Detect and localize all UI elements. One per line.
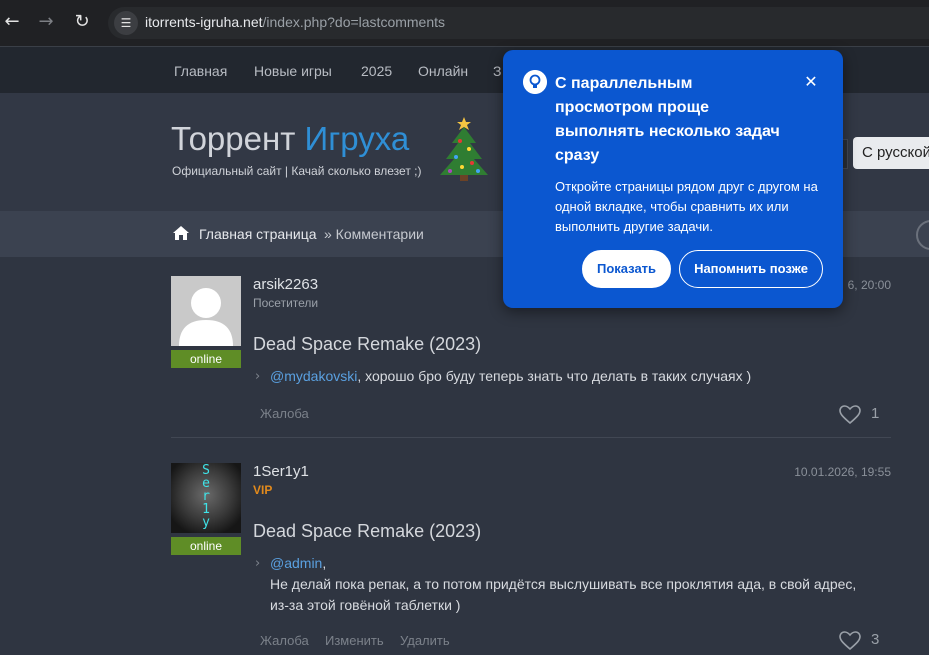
language-select[interactable]: С русской [853,137,929,169]
url-host: itorrents-igruha.net [145,14,263,30]
delete-link[interactable]: Удалить [400,633,450,648]
nav-item-online[interactable]: Онлайн [418,63,468,79]
popup-title: С параллельным просмотром проще выполнят… [555,75,780,164]
christmas-tree-icon [440,117,488,181]
comment-body: Не делай пока репак, а то потом придётся… [270,576,857,613]
comment-mention[interactable]: @admin [270,555,322,571]
url-text[interactable]: itorrents-igruha.net/index.php?do=lastco… [145,14,445,30]
online-status-badge: online [171,350,241,368]
comment-item: S e r 1 y online 1Ser1y1 VIP 10.01.2026,… [171,463,891,655]
edit-link[interactable]: Изменить [325,633,384,648]
nav-item-2025[interactable]: 2025 [361,63,392,79]
avatar-ser1y[interactable]: S e r 1 y [171,463,241,533]
svg-text:y: y [202,515,210,530]
comment-game-title[interactable]: Dead Space Remake (2023) [253,521,481,542]
popup-body: Откройте страницы рядом друг с другом на… [555,179,818,234]
nav-item-partial[interactable]: З [493,63,501,79]
show-button[interactable]: Показать [582,250,671,288]
circle-button[interactable] [916,220,929,250]
chevron-right-icon: › [255,556,261,571]
forward-arrow-icon[interactable]: → [34,10,58,34]
comment-text: @admin, Не делай пока репак, а то потом п… [270,553,860,616]
comment-mention[interactable]: @mydakovski [270,368,357,384]
like-count: 3 [871,631,880,648]
avatar-default[interactable] [171,276,241,346]
breadcrumb-home-link[interactable]: Главная страница [199,226,317,242]
lightbulb-icon [523,70,547,94]
logo-word-torrent: Торрент [171,120,296,157]
report-link[interactable]: Жалоба [260,633,309,648]
address-bar[interactable]: ☰ itorrents-igruha.net/index.php?do=last… [108,7,929,39]
comment-date: 10.01.2026, 19:55 [794,465,891,479]
comment-mention-suffix: , [322,555,327,571]
close-icon[interactable]: ✕ [800,71,822,93]
site-logo-title[interactable]: Торрент Игруха [171,120,409,158]
split-view-promo-popup: С параллельным просмотром проще выполнят… [503,50,843,308]
like-count: 1 [871,405,880,422]
reload-icon[interactable]: ↻ [70,10,94,34]
comment-divider [171,437,891,438]
browser-toolbar: ← → ↻ ☰ itorrents-igruha.net/index.php?d… [0,0,929,46]
home-icon[interactable] [172,225,190,241]
site-tagline: Официальный сайт | Качай сколько влезет … [172,164,422,178]
chevron-right-icon: › [255,369,261,384]
heart-icon[interactable] [839,405,861,425]
breadcrumb-current: » Комментарии [324,226,424,242]
comment-username[interactable]: 1Ser1y1 [253,463,309,480]
site-info-icon[interactable]: ☰ [114,11,138,35]
heart-icon[interactable] [839,631,861,651]
online-status-badge: online [171,537,241,555]
logo-word-igruha: Игруха [304,120,410,157]
nav-item-new-games[interactable]: Новые игры [254,63,332,79]
url-path: /index.php?do=lastcomments [262,14,446,30]
report-link[interactable]: Жалоба [260,406,309,421]
comment-user-group: Посетители [253,296,319,310]
comment-game-title[interactable]: Dead Space Remake (2023) [253,334,481,355]
comment-date: 6, 20:00 [847,278,891,292]
comment-username[interactable]: arsik2263 [253,276,318,293]
comment-body: , хорошо бро буду теперь знать что делат… [357,368,752,384]
back-arrow-icon[interactable]: ← [0,10,24,34]
comment-user-group: VIP [253,483,273,497]
remind-later-button[interactable]: Напомнить позже [679,250,823,288]
comment-text: @mydakovski, хорошо бро буду теперь знат… [270,366,860,387]
nav-item-home[interactable]: Главная [174,63,227,79]
